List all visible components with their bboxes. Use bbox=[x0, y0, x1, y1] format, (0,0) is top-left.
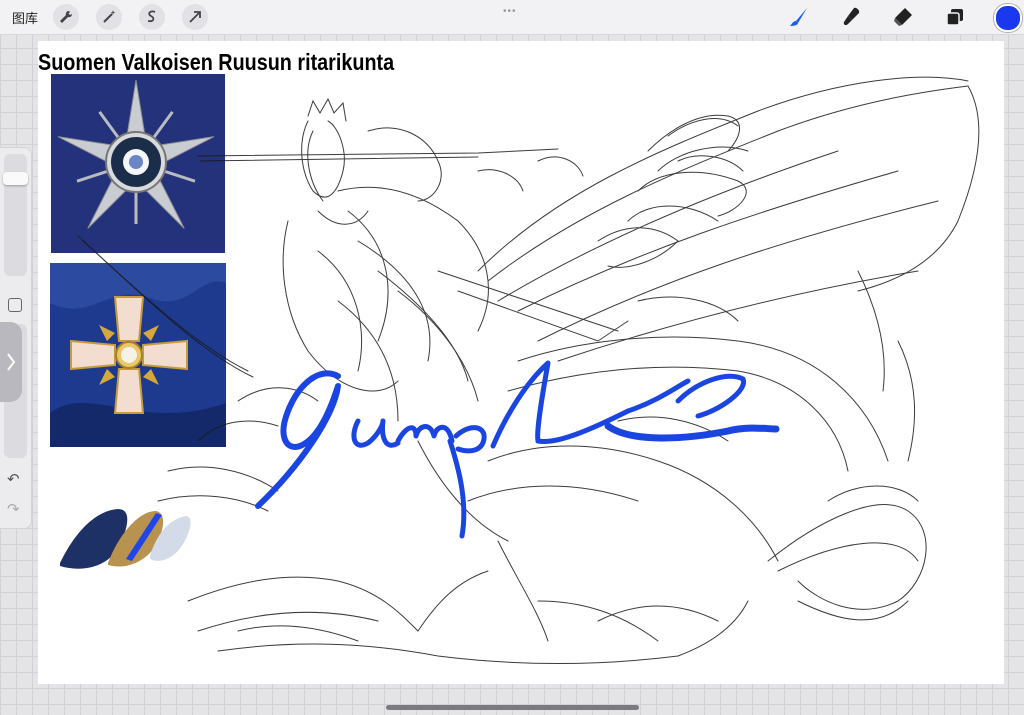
selection-button[interactable] bbox=[139, 4, 165, 30]
layers-icon bbox=[946, 9, 963, 26]
smudge-tool-button[interactable] bbox=[839, 5, 865, 29]
smudge-icon bbox=[843, 7, 860, 26]
eraser-tool-button[interactable] bbox=[890, 5, 916, 29]
top-toolbar: 图库 ••• bbox=[0, 0, 1024, 35]
color-palette bbox=[60, 509, 191, 569]
gallery-button[interactable]: 图库 bbox=[12, 8, 38, 27]
actions-wrench-button[interactable] bbox=[53, 4, 79, 30]
wrench-icon bbox=[60, 10, 73, 23]
eraser-icon bbox=[894, 8, 912, 26]
brush-size-thumb[interactable] bbox=[3, 172, 28, 185]
magic-wand-icon bbox=[103, 10, 116, 23]
redo-button[interactable]: ↷ bbox=[7, 500, 20, 518]
brush-tool-button[interactable] bbox=[786, 5, 812, 29]
transform-button[interactable] bbox=[182, 4, 208, 30]
undo-button[interactable]: ↶ bbox=[7, 470, 20, 488]
transform-arrow-icon bbox=[189, 11, 201, 23]
multitasking-dots[interactable]: ••• bbox=[503, 6, 517, 17]
modify-button[interactable] bbox=[8, 298, 22, 312]
home-indicator[interactable] bbox=[386, 705, 639, 710]
layers-button[interactable] bbox=[942, 5, 968, 29]
brush-icon bbox=[790, 8, 807, 26]
drawing-canvas[interactable]: Suomen Valkoisen Ruusun ritarikunta bbox=[38, 41, 1004, 684]
adjustments-button[interactable] bbox=[96, 4, 122, 30]
dragon-sketch bbox=[60, 76, 980, 664]
brush-size-slider[interactable] bbox=[3, 154, 28, 276]
selection-icon bbox=[147, 10, 156, 23]
color-picker-button[interactable] bbox=[994, 4, 1022, 32]
reference-title: Suomen Valkoisen Ruusun ritarikunta bbox=[38, 49, 395, 75]
sidebar-collapse-tab[interactable] bbox=[0, 322, 22, 402]
chevron-right-icon bbox=[7, 353, 16, 371]
